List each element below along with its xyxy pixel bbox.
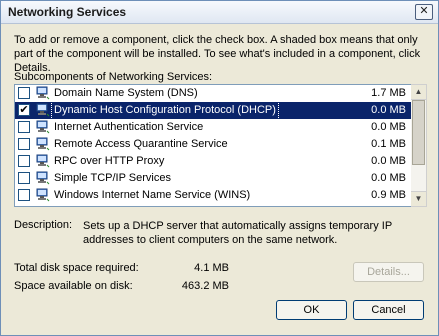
network-computer-icon [36, 137, 50, 151]
subcomponents-label: Subcomponents of Networking Services: [14, 71, 213, 83]
network-computer-icon [36, 154, 50, 168]
component-name: Dynamic Host Configuration Protocol (DHC… [51, 101, 279, 120]
ok-button[interactable]: OK [276, 300, 347, 320]
instructions-text: To add or remove a component, click the … [14, 34, 421, 74]
component-name: Internet Authentication Service [54, 121, 204, 133]
list-item[interactable]: RPC over HTTP Proxy 0.0 MB [15, 153, 412, 170]
network-computer-icon [36, 171, 50, 185]
description-text: Sets up a DHCP server that automatically… [83, 220, 392, 246]
component-checkbox[interactable] [18, 172, 30, 184]
close-button[interactable]: ✕ [415, 4, 433, 20]
disk-required-row: Total disk space required: 4.1 MB [14, 262, 229, 274]
dialog-body: To add or remove a component, click the … [1, 24, 438, 335]
disk-required-value: 4.1 MB [194, 262, 229, 274]
network-computer-icon [36, 188, 50, 202]
dialog-title: Networking Services [8, 5, 127, 19]
component-size: 1.7 MB [371, 87, 406, 99]
component-checkbox[interactable] [18, 87, 30, 99]
disk-required-label: Total disk space required: [14, 262, 139, 274]
component-size: 0.0 MB [371, 121, 406, 133]
list-scrollbar[interactable]: ▲ ▼ [411, 84, 427, 207]
list-item[interactable]: Remote Access Quarantine Service 0.1 MB [15, 136, 412, 153]
network-computer-icon [36, 86, 50, 100]
list-item[interactable]: Windows Internet Name Service (WINS) 0.9 … [15, 187, 412, 204]
network-computer-icon [36, 120, 50, 134]
disk-available-value: 463.2 MB [181, 280, 229, 292]
component-size: 0.0 MB [371, 155, 406, 167]
disk-available-label: Space available on disk: [14, 280, 133, 292]
list-item[interactable]: ✔ Dynamic Host Configuration Protocol (DH… [15, 101, 412, 120]
title-bar[interactable]: Networking Services ✕ [1, 1, 438, 24]
component-checkbox[interactable]: ✔ [18, 104, 30, 116]
networking-services-dialog: Networking Services ✕ To add or remove a… [0, 0, 439, 336]
component-checkbox[interactable] [18, 138, 30, 150]
scroll-down-arrow-icon[interactable]: ▼ [411, 191, 426, 206]
disk-available-row: Space available on disk: 463.2 MB [14, 280, 229, 292]
component-size: 0.9 MB [371, 189, 406, 201]
component-checkbox[interactable] [18, 155, 30, 167]
cancel-button[interactable]: Cancel [353, 300, 424, 320]
component-name: Simple TCP/IP Services [54, 172, 171, 184]
network-computer-icon [36, 103, 50, 117]
component-size: 0.0 MB [371, 104, 406, 116]
list-item[interactable]: Simple TCP/IP Services 0.0 MB [15, 170, 412, 187]
component-name: RPC over HTTP Proxy [54, 155, 165, 167]
component-name: Domain Name System (DNS) [54, 87, 198, 99]
details-button[interactable]: Details... [353, 262, 424, 282]
description-label: Description: [14, 219, 73, 231]
component-size: 0.1 MB [371, 138, 406, 150]
scroll-up-arrow-icon[interactable]: ▲ [411, 85, 426, 100]
scroll-thumb[interactable] [412, 100, 425, 165]
list-item[interactable]: Domain Name System (DNS) 1.7 MB [15, 85, 412, 102]
component-checkbox[interactable] [18, 189, 30, 201]
list-item[interactable]: Internet Authentication Service 0.0 MB [15, 119, 412, 136]
component-name: Windows Internet Name Service (WINS) [54, 189, 251, 201]
component-name: Remote Access Quarantine Service [54, 138, 228, 150]
subcomponents-list[interactable]: Domain Name System (DNS) 1.7 MB ✔ Dynamic H… [14, 84, 413, 207]
component-size: 0.0 MB [371, 172, 406, 184]
component-checkbox[interactable] [18, 121, 30, 133]
